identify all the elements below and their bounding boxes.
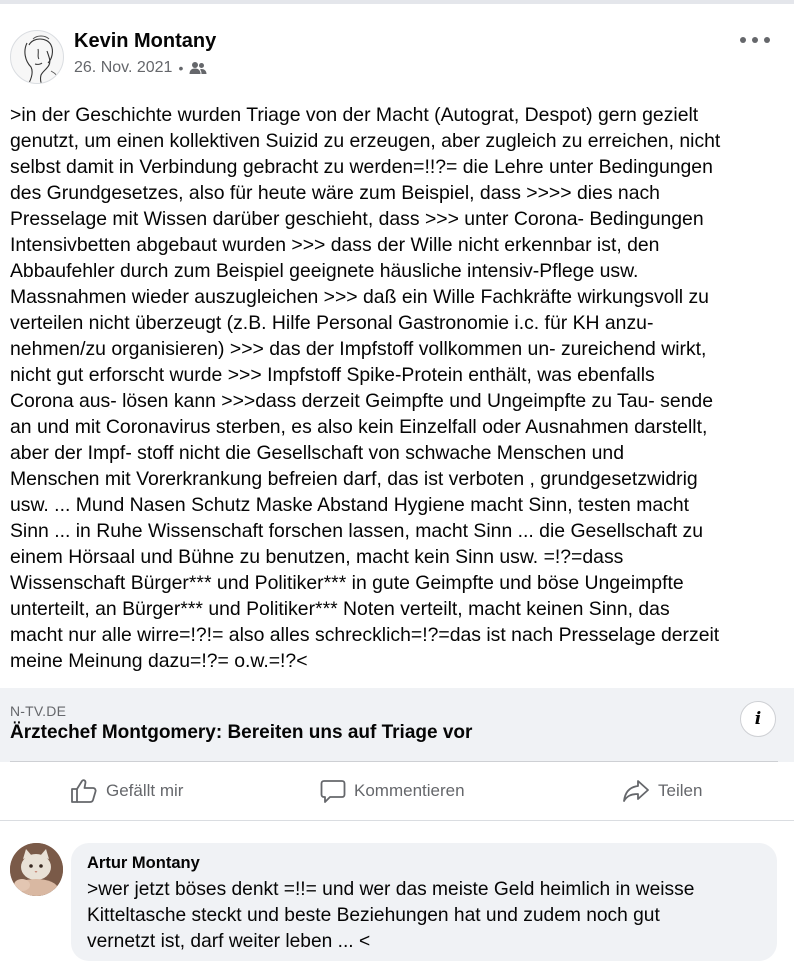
post-text-line: nehmen/zu organisieren) >>> das der Impf… bbox=[10, 338, 707, 360]
cat-photo-icon bbox=[10, 843, 63, 896]
more-options-icon[interactable] bbox=[740, 32, 770, 48]
comment-bubble[interactable]: Artur Montany >wer jetzt böses denkt =!!… bbox=[71, 843, 777, 961]
friends-icon[interactable] bbox=[189, 61, 207, 75]
link-title[interactable]: Ärztechef Montgomery: Bereiten uns auf T… bbox=[10, 722, 472, 744]
post-text-line: Sinn ... in Ruhe Wissenschaft forschen l… bbox=[10, 520, 704, 542]
share-button[interactable]: Teilen bbox=[622, 778, 702, 804]
post-text-line: meine Meinung dazu=!?= o.w.=!?< bbox=[10, 650, 308, 672]
author-avatar[interactable] bbox=[10, 30, 64, 84]
post-text-line: selbst damit in Verbindung gebracht zu w… bbox=[10, 156, 713, 178]
comment-text-line: vernetzt ist, darf weiter leben ... < bbox=[87, 931, 371, 952]
post-text-line: Massnahmen wieder auszugleichen >>> daß … bbox=[10, 286, 709, 308]
post-author-name[interactable]: Kevin Montany bbox=[74, 30, 216, 53]
comment-label: Kommentieren bbox=[354, 781, 465, 800]
share-arrow-icon bbox=[623, 780, 649, 802]
comments-divider bbox=[0, 820, 794, 821]
top-divider bbox=[0, 0, 794, 4]
like-button[interactable]: Gefällt mir bbox=[70, 778, 183, 804]
actions-divider bbox=[10, 761, 778, 762]
meta-separator: • bbox=[178, 60, 184, 76]
post-text-line: nicht gut erforscht wurde >>> Impfstoff … bbox=[10, 364, 655, 386]
post-meta: 26. Nov. 2021 • bbox=[74, 59, 207, 77]
comment-author-name[interactable]: Artur Montany bbox=[87, 854, 761, 873]
post-text: >in der Geschichte wurden Triage von der… bbox=[10, 102, 790, 674]
comment-text-line: >wer jetzt böses denkt =!!= und wer das … bbox=[87, 879, 695, 900]
like-label: Gefällt mir bbox=[106, 781, 184, 800]
post-text-line: genutzt, um einen kollektiven Suizid zu … bbox=[10, 130, 721, 152]
post-text-line: >in der Geschichte wurden Triage von der… bbox=[10, 104, 699, 126]
post-text-line: Abbaufehler durch zum Beispiel geeignete… bbox=[10, 260, 639, 282]
post-date[interactable]: 26. Nov. 2021 bbox=[74, 59, 172, 77]
post-text-line: einem Hörsaal und Bühne zu benutzen, mac… bbox=[10, 546, 624, 568]
post-text-line: usw. ... Mund Nasen Schutz Maske Abstand… bbox=[10, 494, 690, 516]
post-text-line: Wissenschaft Bürger*** und Politiker*** … bbox=[10, 572, 684, 594]
link-domain: N-TV.DE bbox=[10, 703, 67, 719]
post-text-line: Presselage mit Wissen darüber geschieht,… bbox=[10, 208, 704, 230]
post-text-line: des Grundgesetzes, also für heute wäre z… bbox=[10, 182, 660, 204]
commenter-avatar[interactable] bbox=[10, 843, 63, 896]
link-preview-card[interactable]: N-TV.DE Ärztechef Montgomery: Bereiten u… bbox=[0, 688, 794, 762]
sketch-portrait-icon bbox=[24, 35, 62, 83]
comment-bubble-icon bbox=[320, 780, 346, 803]
post-text-line: aber der Impf- stoff nicht die Gesellsch… bbox=[10, 442, 625, 464]
post-text-line: macht nur alle wirre=!?!= also alles sch… bbox=[10, 624, 720, 646]
thumbs-up-icon bbox=[71, 779, 97, 803]
post-text-line: an und mit Coronavirus sterben, es also … bbox=[10, 416, 708, 438]
post-header: Kevin Montany 26. Nov. 2021 • bbox=[10, 24, 784, 84]
comment-button[interactable]: Kommentieren bbox=[320, 778, 465, 804]
post-text-line: Menschen mit Vorerkrankung befreien darf… bbox=[10, 468, 698, 490]
post-text-line: verteilen nicht überzeugt (z.B. Hilfe Pe… bbox=[10, 312, 654, 334]
post-text-line: Intensivbetten abgebaut wurden >>> dass … bbox=[10, 234, 660, 256]
comment-text-line: Kitteltasche steckt und beste Beziehunge… bbox=[87, 905, 660, 926]
post-text-line: unterteilt, an Bürger*** und Politiker**… bbox=[10, 598, 670, 620]
comment-text: >wer jetzt böses denkt =!!= und wer das … bbox=[87, 877, 761, 955]
share-label: Teilen bbox=[658, 781, 703, 800]
post-actions-bar: Gefällt mir Kommentieren Teilen bbox=[0, 770, 794, 816]
info-icon[interactable]: i bbox=[740, 701, 776, 737]
post-text-line: Corona aus- lösen kann >>>dass derzeit G… bbox=[10, 390, 713, 412]
